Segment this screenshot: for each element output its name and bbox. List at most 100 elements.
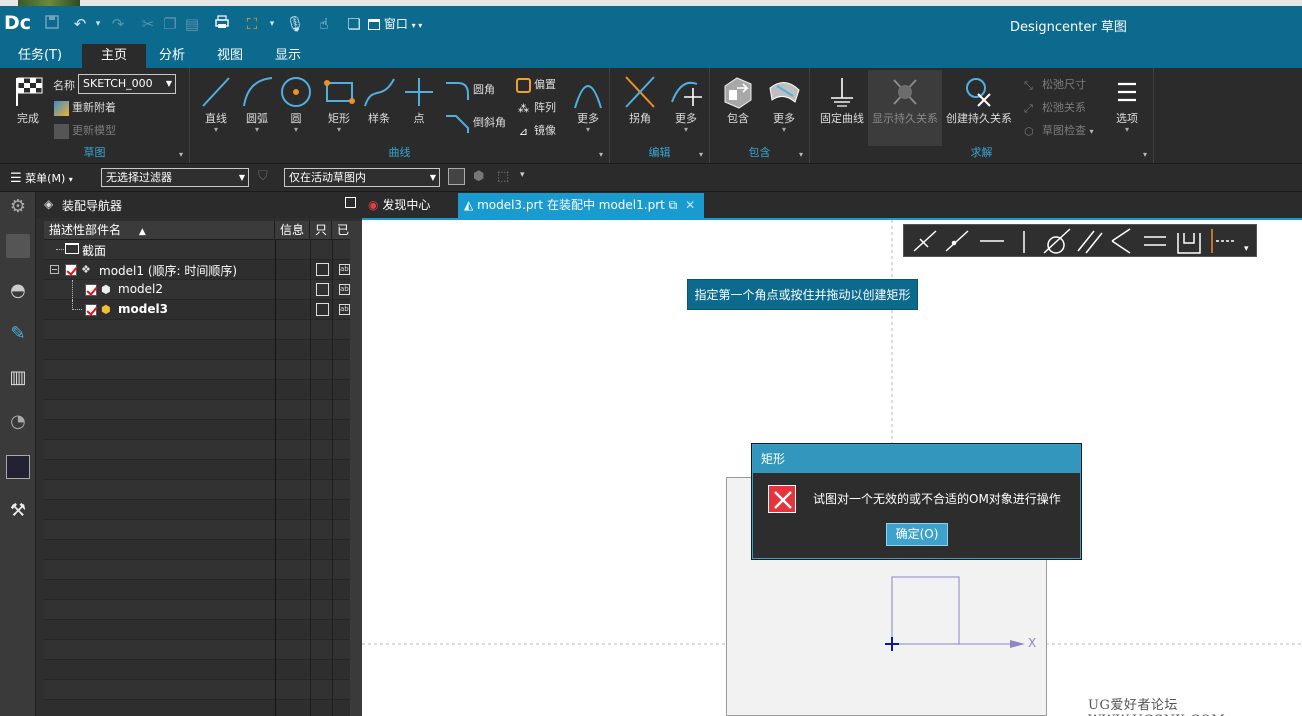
point-button[interactable]: 点 <box>401 74 437 126</box>
watermark: UG爱好者论坛 WWW.UGSNX.COM <box>1088 698 1225 716</box>
selection-scope-select[interactable]: 仅在活动草图内 ▼ <box>284 168 440 187</box>
chevron-down-icon[interactable]: ▾ <box>520 170 525 180</box>
arc-button[interactable]: 圆弧 ▾ <box>238 74 276 134</box>
spline-icon <box>362 74 396 110</box>
include-button[interactable]: 包含 <box>718 74 758 126</box>
reattach-button[interactable]: 重新附着 <box>54 99 116 116</box>
collapse-icon[interactable]: − <box>50 265 59 274</box>
save-icon[interactable] <box>42 14 62 34</box>
filter-funnel-icon[interactable]: ⛉ <box>258 169 268 184</box>
group-dropdown-icon[interactable]: ▾ <box>599 150 603 159</box>
column-header-info[interactable]: 信息 <box>275 221 310 240</box>
crop-dropdown-icon[interactable]: ▾ <box>262 14 282 34</box>
snap-point-icon[interactable] <box>448 168 465 185</box>
group-dropdown-icon[interactable]: ▾ <box>179 150 183 159</box>
maximize-icon[interactable] <box>345 197 356 208</box>
pattern-button[interactable]: ⁂ 阵列 <box>516 99 556 116</box>
tools-icon[interactable]: ⚒ <box>6 500 30 524</box>
edit-group-label: 编辑 <box>648 146 671 159</box>
cut-icon[interactable]: ✂ <box>138 14 158 34</box>
tab-view[interactable]: 视图 <box>204 44 256 68</box>
error-dialog: 矩形 试图对一个无效的或不合适的OM对象进行操作 确定(O) <box>752 444 1081 559</box>
empty-tree-row <box>44 580 362 600</box>
empty-tree-row <box>44 640 362 660</box>
navigator-scrollbar[interactable] <box>350 221 362 716</box>
popout-icon[interactable]: ⧉ <box>669 198 678 212</box>
copy-icon[interactable]: ❐ <box>160 14 180 34</box>
cube-select-icon[interactable]: ⬢ <box>473 169 484 184</box>
finish-sketch-button[interactable]: 完成 <box>8 74 48 126</box>
mirror-button[interactable]: ⊿ 镜像 <box>516 122 556 139</box>
paste-icon[interactable]: ▤ <box>182 14 202 34</box>
visibility-checkbox[interactable] <box>65 264 77 276</box>
sketch-rectangle-outline <box>891 576 960 645</box>
microphone-icon[interactable]: 🎙 <box>285 14 305 34</box>
history-icon[interactable]: ◔ <box>6 411 30 435</box>
column-header-readonly[interactable]: 只 <box>310 221 332 240</box>
update-model-button[interactable]: 更新模型 <box>54 122 116 139</box>
web-browser-icon[interactable] <box>6 455 30 479</box>
line-button[interactable]: 直线 ▾ <box>197 74 235 134</box>
sketch-name-select[interactable]: SKETCH_000 ▼ <box>78 74 176 94</box>
tab-analysis[interactable]: 分析 <box>146 44 198 68</box>
redo-icon[interactable]: ↷ <box>108 14 128 34</box>
relax-relations-button[interactable]: ⤢ 松弛关系 <box>1024 99 1086 116</box>
tab-model3[interactable]: ◭ model3.prt 在装配中 model1.prt ⧉ ✕ <box>458 193 704 218</box>
empty-tree-row <box>44 400 362 420</box>
tab-discovery-center[interactable]: ◉ 发现中心 <box>364 193 454 218</box>
create-persistent-relations-button[interactable]: 创建持久关系 <box>944 74 1014 126</box>
visibility-checkbox[interactable] <box>85 284 97 296</box>
fillet-label: 圆角 <box>473 83 495 96</box>
visibility-checkbox[interactable] <box>85 304 97 316</box>
group-dropdown-icon[interactable]: ▾ <box>1143 150 1147 159</box>
undo-dropdown-icon[interactable]: ▾ <box>88 14 108 34</box>
print-icon[interactable] <box>212 14 232 34</box>
options-button[interactable]: 选项 ▾ <box>1108 74 1146 134</box>
chevron-down-icon: ▾ <box>68 175 73 184</box>
empty-tree-row <box>44 420 362 440</box>
group-dropdown-icon[interactable]: ▾ <box>799 150 803 159</box>
assembly-navigator-icon[interactable] <box>6 234 30 258</box>
touch-icon[interactable]: ☝ <box>314 14 334 34</box>
reuse-library-icon[interactable]: ▥ <box>6 367 30 391</box>
spline-button[interactable]: 样条 <box>361 74 397 126</box>
curve-more-button[interactable]: 更多 ▾ <box>569 74 607 134</box>
sketch-check-button[interactable]: ⬡ 草图检查 ▾ <box>1024 122 1094 139</box>
show-persistent-relations-button[interactable]: 显示持久关系 <box>868 70 942 146</box>
rectangle-icon <box>322 74 356 110</box>
menu-button[interactable]: ☰ 菜单(M) ▾ <box>10 170 73 186</box>
chamfer-button[interactable]: 倒斜角 <box>444 113 506 133</box>
offset-button[interactable]: 偏置 <box>516 76 556 93</box>
rectangle-button[interactable]: 矩形 ▾ <box>320 74 358 134</box>
tab-model3-label: model3.prt 在装配中 model1.prt <box>477 198 665 212</box>
part-navigator-icon[interactable]: ✎ <box>6 323 30 347</box>
undo-icon[interactable]: ↶ <box>70 14 90 34</box>
tree-row-section[interactable]: 截面 <box>44 240 362 260</box>
selection-filter-select[interactable]: 无选择过滤器 ▼ <box>101 168 249 187</box>
fix-curve-button[interactable]: 固定曲线 <box>816 74 868 126</box>
settings-gear-icon[interactable]: ⚙ <box>6 196 30 220</box>
include-more-button[interactable]: 更多 ▾ <box>764 74 804 134</box>
window-switch-icon[interactable]: ❏ <box>344 14 364 34</box>
tree-row-model1[interactable]: − ❖ model1 (顺序: 时间顺序) ab <box>44 260 362 280</box>
relax-dimensions-button[interactable]: ⤡ 松弛尺寸 <box>1024 76 1086 93</box>
edit-more-button[interactable]: 更多 ▾ <box>667 74 705 134</box>
column-header-name[interactable]: 描述性部件名 ▲ <box>44 221 275 240</box>
fillet-button[interactable]: 圆角 <box>444 80 495 100</box>
group-dropdown-icon[interactable]: ▾ <box>699 150 703 159</box>
tangent-icon <box>1043 228 1071 254</box>
select-box-icon[interactable]: ⬚ <box>497 169 509 184</box>
tab-task[interactable]: 任务(T) <box>8 44 72 68</box>
crop-icon[interactable]: ⛶ <box>242 14 262 34</box>
tab-home[interactable]: 主页 <box>82 44 146 68</box>
circle-button[interactable]: 圆 ▾ <box>278 74 314 134</box>
window-menu[interactable]: 窗口 ▾ ▾ <box>368 15 422 32</box>
tree-row-model2[interactable]: ⬢ model2 ab <box>44 280 362 300</box>
tree-row-model3[interactable]: ⬢ model3 ab <box>44 300 362 320</box>
corner-button[interactable]: 拐角 <box>620 74 660 126</box>
edit-more-label: 更多 <box>675 112 697 125</box>
close-icon[interactable]: ✕ <box>685 198 695 212</box>
ok-button[interactable]: 确定(O) <box>886 523 948 546</box>
tab-display[interactable]: 显示 <box>262 44 314 68</box>
constraint-navigator-icon[interactable]: ◓ <box>6 280 30 304</box>
